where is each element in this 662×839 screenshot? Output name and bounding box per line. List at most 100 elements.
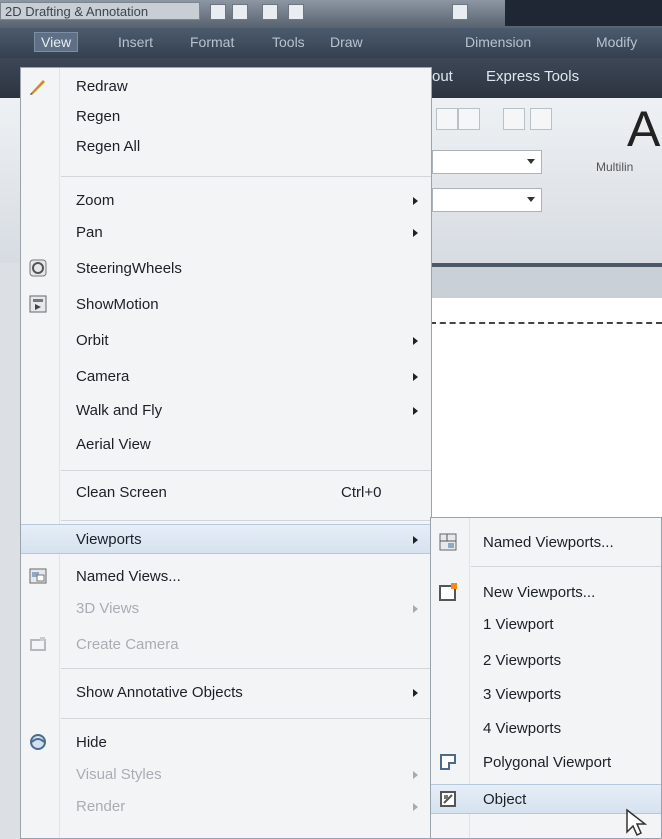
menu-separator xyxy=(61,668,431,669)
menu-item-label: Pan xyxy=(76,224,103,241)
menu-item-redraw[interactable]: Redraw xyxy=(21,72,431,102)
menu-item-regen[interactable]: Regen xyxy=(21,102,431,132)
submenu-item-3-viewports[interactable]: 3 Viewports xyxy=(431,680,661,710)
menu-item-label: Regen xyxy=(76,108,121,125)
menu-item-steeringwheels[interactable]: SteeringWheels xyxy=(21,254,431,284)
menu-item-label: SteeringWheels xyxy=(76,260,182,277)
menu-item-zoom[interactable]: Zoom xyxy=(21,186,431,216)
menu-tools[interactable]: Tools xyxy=(272,34,305,50)
share-icon[interactable] xyxy=(452,4,468,20)
submenu-item-polygonal-viewport[interactable]: Polygonal Viewport xyxy=(431,748,661,778)
submenu-item-label: Polygonal Viewport xyxy=(483,754,612,771)
submenu-item-1-viewport[interactable]: 1 Viewport xyxy=(431,610,661,640)
layer-tool-icon[interactable] xyxy=(530,108,552,130)
new-viewports-icon xyxy=(439,583,457,601)
layer-tool-icon[interactable] xyxy=(458,108,480,130)
menu-item-aerial-view[interactable]: Aerial View xyxy=(21,430,431,460)
multiline-text-label[interactable]: Multilin xyxy=(596,160,633,174)
shortcut-label: Ctrl+0 xyxy=(341,484,382,501)
menu-format[interactable]: Format xyxy=(190,34,234,50)
save-icon[interactable] xyxy=(262,4,278,20)
submenu-item-label: 4 Viewports xyxy=(483,720,562,737)
menu-item-camera[interactable]: Camera xyxy=(21,362,431,392)
submenu-item-2-viewports[interactable]: 2 Viewports xyxy=(431,646,661,676)
menu-item-orbit[interactable]: Orbit xyxy=(21,326,431,356)
menu-item-hide[interactable]: Hide xyxy=(21,728,431,758)
submenu-arrow-icon xyxy=(413,536,418,544)
menu-item-label: Visual Styles xyxy=(76,766,162,783)
view-menu: Redraw Regen Regen All Zoom Pan Steering… xyxy=(20,67,432,839)
menu-item-visual-styles[interactable]: Visual Styles xyxy=(21,760,431,790)
submenu-item-label: Named Viewports... xyxy=(483,534,614,551)
submenu-arrow-icon xyxy=(413,605,418,613)
mouse-pointer-icon xyxy=(626,808,647,837)
viewport-border xyxy=(430,322,662,324)
menu-item-viewports[interactable]: Viewports xyxy=(21,524,431,554)
menu-item-create-camera[interactable]: Create Camera xyxy=(21,630,431,660)
named-viewports-icon xyxy=(439,533,457,551)
submenu-item-label: Object xyxy=(483,791,527,808)
submenu-item-new-viewports[interactable]: New Viewports... xyxy=(431,578,661,608)
menu-item-walk-and-fly[interactable]: Walk and Fly xyxy=(21,396,431,426)
showmotion-icon xyxy=(29,295,47,313)
menu-item-show-annotative-objects[interactable]: Show Annotative Objects xyxy=(21,678,431,708)
menu-item-3d-views[interactable]: 3D Views xyxy=(21,594,431,624)
menu-item-label: Redraw xyxy=(76,78,128,95)
menu-item-label: Zoom xyxy=(76,192,115,209)
ribbon-tab-layout[interactable]: out xyxy=(432,68,453,85)
layer-tool-icon[interactable] xyxy=(503,108,525,130)
submenu-item-label: 2 Viewports xyxy=(483,652,562,669)
menu-item-clean-screen[interactable]: Clean Screen Ctrl+0 xyxy=(21,478,431,508)
menu-item-render[interactable]: Render xyxy=(21,792,431,822)
new-file-icon[interactable] xyxy=(210,4,226,20)
submenu-item-4-viewports[interactable]: 4 Viewports xyxy=(431,714,661,744)
menu-item-showmotion[interactable]: ShowMotion xyxy=(21,290,431,320)
submenu-arrow-icon xyxy=(413,373,418,381)
menu-item-label: Walk and Fly xyxy=(76,402,163,419)
menu-item-label: Show Annotative Objects xyxy=(76,684,243,701)
undo-icon[interactable] xyxy=(288,4,304,20)
menu-item-label: Create Camera xyxy=(76,636,179,653)
menu-item-pan[interactable]: Pan xyxy=(21,218,431,248)
menu-item-label: Orbit xyxy=(76,332,109,349)
submenu-item-label: New Viewports... xyxy=(483,584,596,601)
menu-modify[interactable]: Modify xyxy=(596,34,637,50)
ribbon-tab-express-tools[interactable]: Express Tools xyxy=(486,68,579,85)
text-a-icon[interactable]: A xyxy=(627,100,660,158)
submenu-arrow-icon xyxy=(413,771,418,779)
named-views-icon xyxy=(29,568,47,584)
menu-item-named-views[interactable]: Named Views... xyxy=(21,562,431,592)
submenu-arrow-icon xyxy=(413,229,418,237)
submenu-item-named-viewports[interactable]: Named Viewports... xyxy=(431,528,661,558)
file-tab-strip xyxy=(430,263,662,302)
polygonal-viewport-icon xyxy=(440,754,456,770)
layer-dropdown[interactable] xyxy=(432,150,542,174)
menu-item-label: Clean Screen xyxy=(76,484,167,501)
menu-separator xyxy=(471,566,661,567)
steeringwheel-icon xyxy=(29,259,47,277)
menu-item-label: Camera xyxy=(76,368,130,385)
object-viewport-icon xyxy=(440,791,456,807)
menu-item-label: Aerial View xyxy=(76,436,151,453)
menu-separator xyxy=(61,718,431,719)
pencil-icon xyxy=(30,80,45,95)
viewports-submenu: Named Viewports... New Viewports... 1 Vi… xyxy=(430,517,662,839)
menu-item-label: Hide xyxy=(76,734,107,751)
layer-tool-icon[interactable] xyxy=(436,108,458,130)
workspace-dropdown[interactable]: 2D Drafting & Annotation xyxy=(0,2,200,20)
menu-insert[interactable]: Insert xyxy=(118,34,153,50)
hide-icon xyxy=(30,734,46,750)
menu-bar: View Insert Format Tools Draw Dimension … xyxy=(0,28,662,58)
submenu-item-label: 1 Viewport xyxy=(483,616,554,633)
menu-item-regen-all[interactable]: Regen All xyxy=(21,132,431,162)
submenu-item-label: 3 Viewports xyxy=(483,686,562,703)
menu-draw[interactable]: Draw xyxy=(330,34,363,50)
menu-separator xyxy=(61,176,431,177)
menu-item-label: Regen All xyxy=(76,138,141,155)
open-file-icon[interactable] xyxy=(232,4,248,20)
submenu-arrow-icon xyxy=(413,803,418,811)
menu-view[interactable]: View xyxy=(34,32,79,52)
menu-separator xyxy=(61,470,431,471)
layer-dropdown[interactable] xyxy=(432,188,542,212)
menu-dimension[interactable]: Dimension xyxy=(465,34,531,50)
